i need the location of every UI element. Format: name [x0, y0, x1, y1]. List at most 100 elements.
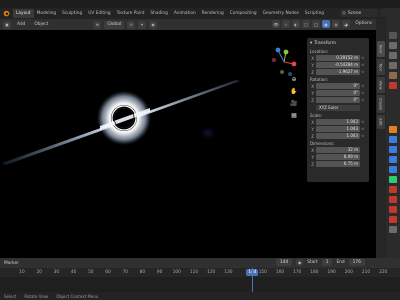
shader-properties-icon[interactable] — [389, 206, 397, 213]
menu-add[interactable]: Add — [14, 21, 28, 29]
tab-scripting[interactable]: Scripting — [302, 9, 327, 18]
frame-tick-label: 170 — [293, 270, 302, 275]
tab-rendering[interactable]: Rendering — [199, 9, 227, 18]
sidebar-tab-view[interactable]: View — [377, 77, 385, 93]
scale-x-field[interactable]: 1.043 — [316, 119, 360, 125]
tab-layout[interactable]: Layout — [13, 9, 34, 18]
lock-icon[interactable]: ⊙ — [360, 134, 366, 138]
lock-icon[interactable]: ⊙ — [360, 91, 366, 95]
scale-y-field[interactable]: 1.043 — [316, 126, 360, 132]
lock-icon[interactable]: ⊙ — [360, 84, 366, 88]
texture-properties-icon[interactable] — [389, 196, 397, 203]
start-frame-field[interactable]: 1 — [321, 259, 333, 266]
timeline-mode-label[interactable]: Marker — [4, 261, 19, 266]
shading-controls: 👁 ⊹ ◐ ▢ ◯ ● ◍ ◕ — [272, 20, 350, 28]
end-frame-field[interactable]: 176 — [348, 259, 365, 266]
tab-sculpting[interactable]: Sculpting — [59, 9, 85, 18]
scale-z-field[interactable]: 1.043 — [316, 133, 360, 139]
material-shading-icon[interactable]: ◍ — [332, 20, 340, 28]
pan-hand-icon[interactable]: ✋ — [289, 86, 299, 96]
solid-shading-icon[interactable]: ● — [322, 20, 330, 28]
render-properties-icon[interactable] — [389, 42, 397, 49]
lock-icon[interactable]: ⊙ — [360, 98, 366, 102]
frame-tick-label: 210 — [361, 270, 371, 275]
timeline-ruler[interactable]: 1020304050607080901001101201301401501601… — [0, 268, 400, 277]
dimensions-y-field[interactable]: 8.09 m — [316, 154, 360, 160]
lock-icon[interactable]: ⊙ — [360, 120, 366, 124]
timeline-track-area[interactable] — [0, 277, 400, 292]
camera-view-icon[interactable]: 🎥 — [289, 98, 299, 108]
panel-title: Transform — [314, 41, 337, 46]
tab-texture-paint[interactable]: Texture Paint — [114, 9, 148, 18]
data-properties-icon[interactable] — [389, 176, 397, 183]
snap-icon[interactable]: ⌖ — [138, 20, 147, 29]
rotation-x-field[interactable]: 0° — [316, 83, 360, 89]
scene-properties-icon[interactable] — [389, 72, 397, 79]
keyframe-icon[interactable]: ◆ — [296, 259, 304, 266]
gizmo-y-axis-icon[interactable] — [283, 49, 289, 55]
perspective-toggle-icon[interactable]: ▦ — [289, 110, 299, 120]
lock-icon[interactable]: ⊙ — [360, 127, 366, 131]
object-properties-icon[interactable] — [389, 126, 397, 133]
location-x-field[interactable]: 0.29152 m — [316, 55, 360, 61]
xray-icon[interactable]: ▢ — [302, 20, 310, 28]
gizmo-x-axis-icon[interactable] — [291, 61, 297, 67]
tab-geometry-nodes[interactable]: Geometry Nodes — [260, 9, 302, 18]
workspace-tab-bar: Layout Modeling Sculpting UV Editing Tex… — [0, 8, 400, 19]
location-z-field[interactable]: -1.9627 m — [316, 69, 360, 75]
world-properties-icon[interactable] — [389, 82, 397, 89]
options-dropdown[interactable]: Options — [355, 20, 372, 28]
scene-selector[interactable]: ◎ Scene — [340, 9, 378, 17]
rotation-y-field[interactable]: 0° — [316, 90, 360, 96]
zoom-icon[interactable]: ⊕ — [289, 74, 299, 84]
rotation-z-field[interactable]: 0° — [316, 97, 360, 103]
lock-icon[interactable]: ⊙ — [360, 56, 366, 60]
start-frame-label: Start — [307, 260, 318, 265]
sidebar-tab-tool[interactable]: Tool — [377, 59, 385, 75]
tab-uv-editing[interactable]: UV Editing — [85, 9, 113, 18]
transform-panel-header[interactable]: ▾ Transform — [310, 40, 366, 47]
frame-tick-label: 10 — [19, 270, 25, 275]
rotation-mode-dropdown[interactable]: XYZ Euler — [316, 105, 360, 111]
constraints-properties-icon[interactable] — [389, 166, 397, 173]
gizmo-neg-x-icon[interactable] — [272, 58, 276, 62]
gizmo-z-axis-icon[interactable] — [275, 47, 281, 53]
sidebar-tab-edit[interactable]: Edit — [377, 115, 385, 129]
view-layer-properties-icon[interactable] — [389, 62, 397, 69]
material-properties-icon[interactable] — [389, 186, 397, 193]
editor-type-icon[interactable]: ▣ — [3, 20, 11, 29]
lock-icon[interactable]: ⊙ — [360, 70, 366, 74]
particles-properties-icon[interactable] — [389, 146, 397, 153]
menu-object[interactable]: Object — [31, 21, 51, 29]
lock-icon[interactable]: ⊙ — [360, 63, 366, 67]
tab-modeling[interactable]: Modeling — [34, 9, 60, 18]
gizmo-toggle-icon[interactable]: ⊹ — [282, 20, 290, 28]
physics-properties-icon[interactable] — [389, 156, 397, 163]
dimensions-x-field[interactable]: 32 m — [316, 147, 360, 153]
rendered-shading-icon[interactable]: ◕ — [342, 20, 350, 28]
wireframe-shading-icon[interactable]: ◯ — [312, 20, 320, 28]
gizmo-neg-y-icon[interactable] — [280, 70, 284, 74]
pivot-point-icon[interactable]: ⊙ — [127, 20, 136, 29]
overlay-icon[interactable]: ◐ — [292, 20, 300, 28]
sidebar-tab-item[interactable]: Item — [377, 41, 385, 57]
modifier-properties-icon[interactable] — [389, 136, 397, 143]
tab-animation[interactable]: Animation — [171, 9, 199, 18]
frame-tick-label: 120 — [207, 270, 216, 275]
transform-orientation-dropdown[interactable]: Global — [104, 20, 125, 29]
sidebar-tab-create[interactable]: Create — [377, 95, 385, 113]
current-frame-field[interactable]: 144 — [276, 259, 293, 266]
tab-shading[interactable]: Shading — [147, 9, 170, 18]
output-properties-icon[interactable] — [389, 52, 397, 59]
proportional-edit-icon[interactable]: ◉ — [149, 20, 158, 29]
extra-properties-icon[interactable] — [389, 216, 397, 223]
dimensions-z-field[interactable]: 6.75 m — [316, 161, 360, 167]
location-y-field[interactable]: -0.54284 m — [316, 62, 360, 68]
visibility-icon[interactable]: 👁 — [272, 20, 280, 28]
playhead[interactable] — [252, 268, 254, 292]
blender-logo-icon[interactable] — [3, 10, 10, 17]
scene-icon: ◎ — [342, 10, 346, 16]
tool-properties-icon[interactable] — [389, 32, 397, 39]
more-properties-icon[interactable] — [389, 226, 397, 233]
tab-compositing[interactable]: Compositing — [227, 9, 260, 18]
